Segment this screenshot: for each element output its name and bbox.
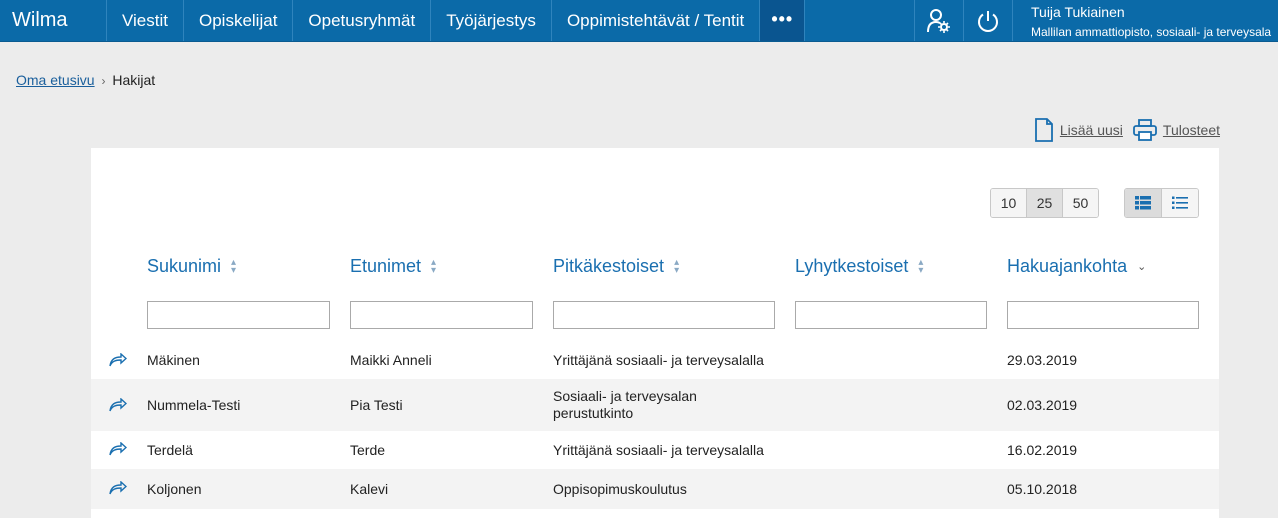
view-table-button[interactable] — [1125, 189, 1162, 217]
brand-logo[interactable]: Wilma — [0, 0, 107, 41]
nav-item-tyojarjestys[interactable]: Työjärjestys — [431, 0, 552, 41]
cell-surname: Nummela-Testi — [147, 397, 241, 413]
cell-surname: Terdelä — [147, 442, 193, 458]
open-arrow-icon[interactable] — [109, 353, 127, 367]
filter-lyhytkestoiset-input[interactable] — [795, 301, 987, 329]
col-header-label: Lyhytkestoiset — [795, 256, 909, 276]
breadcrumb-current: Hakijat — [112, 72, 156, 88]
col-header-label: Sukunimi — [147, 256, 222, 276]
breadcrumb: Oma etusivu › Hakijat — [16, 72, 155, 88]
top-nav: Wilma Viestit Opiskelijat Opetusryhmät T… — [0, 0, 1278, 42]
table-row[interactable]: Koljonen Kalevi Oppisopimuskoulutus 05.1… — [91, 469, 1219, 509]
table-row[interactable]: Mäkinen Maikki Anneli Yrittäjänä sosiaal… — [91, 343, 1219, 379]
cell-surname: Koljonen — [147, 481, 202, 497]
new-document-icon — [1034, 118, 1053, 142]
nav-item-oppimistehtavat[interactable]: Oppimistehtävät / Tentit — [552, 0, 761, 41]
sort-desc-icon: ⌄ — [1137, 261, 1147, 273]
sort-both-icon: ▴ ▾ — [918, 256, 924, 276]
open-arrow-icon[interactable] — [109, 442, 127, 456]
breadcrumb-home-link[interactable]: Oma etusivu — [16, 72, 95, 88]
cell-surname: Mäkinen — [147, 352, 200, 368]
col-header-pitkakestoiset[interactable]: Pitkäkestoiset ▴ ▾ — [553, 256, 679, 277]
table-row[interactable]: Terdelä Terde Yrittäjänä sosiaali- ja te… — [91, 431, 1219, 469]
page-size-25[interactable]: 25 — [1027, 189, 1063, 217]
cell-long: Yrittäjänä sosiaali- ja terveysalalla — [553, 352, 764, 368]
col-header-hakuajankohta[interactable]: Hakuajankohta ⌄ — [1007, 256, 1146, 277]
page-size-selector: 10 25 50 — [990, 188, 1099, 218]
prints-label: Tulosteet — [1162, 122, 1220, 138]
nav-more-button[interactable]: ••• — [760, 0, 806, 41]
col-header-etunimet[interactable]: Etunimet ▴ ▾ — [350, 256, 436, 277]
logout-button[interactable] — [963, 0, 1012, 41]
applicants-panel: 10 25 50 Sukunimi ▴ ▾ Etunimet ▴ ▾ Pitkä… — [91, 148, 1219, 518]
col-header-label: Etunimet — [350, 256, 422, 276]
add-new-label: Lisää uusi — [1059, 122, 1123, 138]
user-settings-button[interactable] — [914, 0, 963, 41]
user-info[interactable]: Tuija Tukiainen Mallilan ammattiopisto, … — [1012, 0, 1278, 41]
filter-etunimet-input[interactable] — [350, 301, 533, 329]
user-name: Tuija Tukiainen — [1031, 4, 1125, 20]
page-size-10[interactable]: 10 — [991, 189, 1027, 217]
col-header-lyhytkestoiset[interactable]: Lyhytkestoiset ▴ ▾ — [795, 256, 923, 277]
list-view-icon — [1172, 196, 1188, 209]
filter-pitkakestoiset-input[interactable] — [553, 301, 775, 329]
col-header-label: Hakuajankohta — [1007, 256, 1128, 276]
view-list-button[interactable] — [1162, 189, 1198, 217]
sort-both-icon: ▴ ▾ — [674, 256, 680, 276]
cell-firstnames: Maikki Anneli — [350, 352, 432, 368]
user-settings-icon — [927, 8, 950, 33]
printer-icon — [1133, 119, 1157, 141]
table-row[interactable]: Nummela-Testi Pia Testi Sosiaali- ja ter… — [91, 379, 1219, 431]
filter-sukunimi-input[interactable] — [147, 301, 330, 329]
add-new-button[interactable]: Lisää uusi — [1034, 118, 1123, 142]
cell-date: 05.10.2018 — [1007, 481, 1078, 497]
prints-button[interactable]: Tulosteet — [1133, 119, 1220, 141]
sort-both-icon: ▴ ▾ — [431, 256, 437, 276]
power-icon — [978, 10, 998, 32]
nav-item-opetusryhmat[interactable]: Opetusryhmät — [293, 0, 432, 41]
page-size-50[interactable]: 50 — [1063, 189, 1098, 217]
col-header-label: Pitkäkestoiset — [553, 256, 665, 276]
cell-firstnames: Pia Testi — [350, 397, 403, 413]
col-header-sukunimi[interactable]: Sukunimi ▴ ▾ — [147, 256, 236, 277]
breadcrumb-separator: › — [101, 74, 106, 88]
cell-long: Oppisopimuskoulutus — [553, 481, 687, 497]
cell-firstnames: Terde — [350, 442, 386, 458]
view-toggle — [1124, 188, 1199, 218]
sort-both-icon: ▴ ▾ — [231, 256, 237, 276]
nav-item-viestit[interactable]: Viestit — [107, 0, 184, 41]
cell-date: 02.03.2019 — [1007, 397, 1078, 413]
cell-long: Sosiaali- ja terveysalan perustutkinto — [553, 388, 697, 421]
cell-firstnames: Kalevi — [350, 481, 389, 497]
cell-date: 16.02.2019 — [1007, 442, 1078, 458]
user-organization: Mallilan ammattiopisto, sosiaali- ja ter… — [1031, 25, 1272, 39]
table-view-icon — [1135, 196, 1151, 210]
open-arrow-icon[interactable] — [109, 398, 127, 412]
page-actions: Lisää uusi Tulosteet — [1034, 118, 1220, 142]
cell-date: 29.03.2019 — [1007, 352, 1078, 368]
nav-item-opiskelijat[interactable]: Opiskelijat — [184, 0, 294, 41]
cell-long: Yrittäjänä sosiaali- ja terveysalalla — [553, 442, 764, 458]
filter-hakuajankohta-input[interactable] — [1007, 301, 1199, 329]
open-arrow-icon[interactable] — [109, 481, 127, 495]
